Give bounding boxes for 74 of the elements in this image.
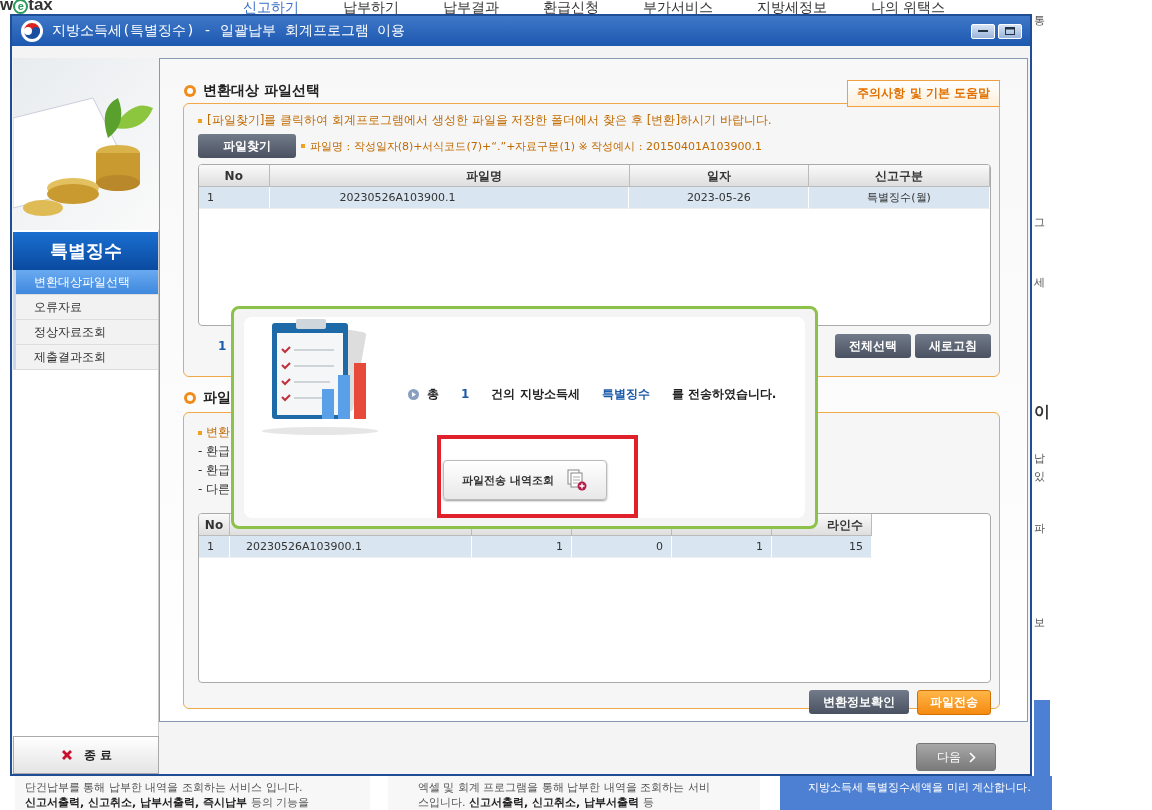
note-text: - 환급 (198, 462, 231, 479)
chevron-right-icon (968, 751, 976, 763)
nav-menu-item[interactable]: 환급신청 (543, 0, 599, 14)
banner-text: 지방소득세 특별징수세액을 미리 계산합니다. (808, 780, 1031, 795)
table-cell: 20230526A103900.1 (269, 187, 630, 209)
note-text: - 환급 (198, 443, 231, 460)
sidebar-heading: 특별징수 (13, 232, 158, 270)
nav-menu-item[interactable]: 나의 위택스 (871, 0, 946, 14)
message-text: 특별징수 (601, 385, 650, 403)
find-file-button[interactable]: 파일찾기 (198, 134, 296, 158)
sidebar-menu-item[interactable]: 정상자료조회 (13, 320, 158, 345)
page-text-fragment: 통 (1034, 14, 1046, 28)
page-number[interactable]: 1 (218, 339, 227, 353)
section-title: 파일 (203, 389, 231, 407)
minimize-button[interactable] (971, 23, 995, 39)
sidebar-menu-item[interactable]: 제출결과조회 (13, 345, 158, 370)
column-header: 파일명 (269, 165, 630, 187)
minimize-icon (978, 29, 988, 33)
calculator-banner[interactable]: 지방소득세 특별징수세액을 미리 계산합니다. (780, 776, 1052, 810)
page-text-fragment: 있 (1034, 470, 1046, 484)
message-text: 건의 지방소득세 (491, 385, 580, 403)
bullet-icon (183, 84, 197, 98)
nav-menu-item[interactable]: 납부결과 (443, 0, 499, 14)
page-text-fragment: 세 (1034, 276, 1046, 290)
service-description: 엑셀 및 회계 프로그램을 통해 납부한 내역을 조회하는 서비 (418, 780, 711, 795)
nav-menu-item[interactable]: 신고하기 (243, 0, 299, 14)
message-text: 1 (461, 387, 470, 401)
table-action-button[interactable]: 전체선택 (835, 334, 911, 358)
message-text: 를 전송하였습니다. (671, 385, 777, 403)
emblem-icon (20, 19, 44, 43)
window-title: 지방소득세(특별징수) - 일괄납부 회계프로그램 이용 (52, 22, 405, 40)
column-header: 신고구분 (809, 165, 990, 187)
exit-button[interactable]: 종 료 (13, 736, 159, 774)
nav-menu-item[interactable]: 지방세정보 (757, 0, 827, 14)
sidebar-menu-item[interactable]: 오류자료 (13, 295, 158, 320)
column-header: No (199, 514, 230, 536)
service-description: 스입니다. 신고서출력, 신고취소, 납부서출력 등 (418, 795, 655, 810)
column-header: 일자 (629, 165, 810, 187)
table-cell: 15 (772, 536, 872, 558)
transfer-history-button[interactable]: 파일전송 내역조회 (443, 460, 607, 500)
arrow-bullet-icon (408, 388, 419, 400)
document-add-icon (565, 469, 588, 491)
bullet-icon (183, 391, 197, 405)
note-text: - 다른 (198, 481, 231, 498)
maximize-button[interactable] (998, 23, 1022, 39)
page-text-fragment: 파 (1034, 522, 1046, 536)
page-text-fragment: 그 (1034, 216, 1046, 230)
column-header: No (199, 165, 270, 187)
section-title: 변환대상 파일선택 (203, 82, 320, 100)
check-info-button[interactable]: 변환정보확인 (809, 690, 909, 714)
file-name-hint: 파일명 : 작성일자(8)+서식코드(7)+“.”+자료구분(1) ※ 작성예시 : 20150401A103900.1 (310, 138, 762, 154)
note-text: 변환 (206, 424, 230, 441)
table-cell: 2023-05-26 (629, 187, 810, 209)
page-text-fragment: 이 (1034, 402, 1051, 422)
nav-menu-item[interactable]: 부가서비스 (643, 0, 713, 14)
table-cell: 특별징수(월) (809, 187, 990, 209)
table-cell: 0 (572, 536, 672, 558)
notice-text: [파일찾기]를 클릭하여 회계프로그램에서 생성한 파일을 저장한 폴더에서 찾은 후 [변환]하시기 바랍니다. (207, 112, 772, 129)
bullet-icon (198, 118, 202, 123)
table-cell: 1 (672, 536, 772, 558)
message-text: 총 (427, 385, 439, 403)
table-action-button[interactable]: 새로고침 (915, 334, 991, 358)
page-text-fragment: 보 (1034, 616, 1046, 630)
service-description: 단건납부를 통해 납부한 내역을 조회하는 서비스 입니다. (25, 780, 304, 795)
service-description: 신고서출력, 신고취소, 납부서출력, 즉시납부 등의 기능을 (25, 795, 311, 810)
table-cell: 20230526A103900.1 (230, 536, 472, 558)
bullet-icon (198, 430, 202, 435)
table-cell: 1 (199, 536, 230, 558)
maximize-icon (1005, 27, 1015, 35)
table-cell: 1 (199, 187, 270, 209)
bullet-icon (301, 144, 305, 148)
table-cell: 1 (472, 536, 572, 558)
page-text-fragment: 납 (1034, 452, 1046, 466)
nav-menu-item[interactable]: 납부하기 (343, 0, 399, 14)
